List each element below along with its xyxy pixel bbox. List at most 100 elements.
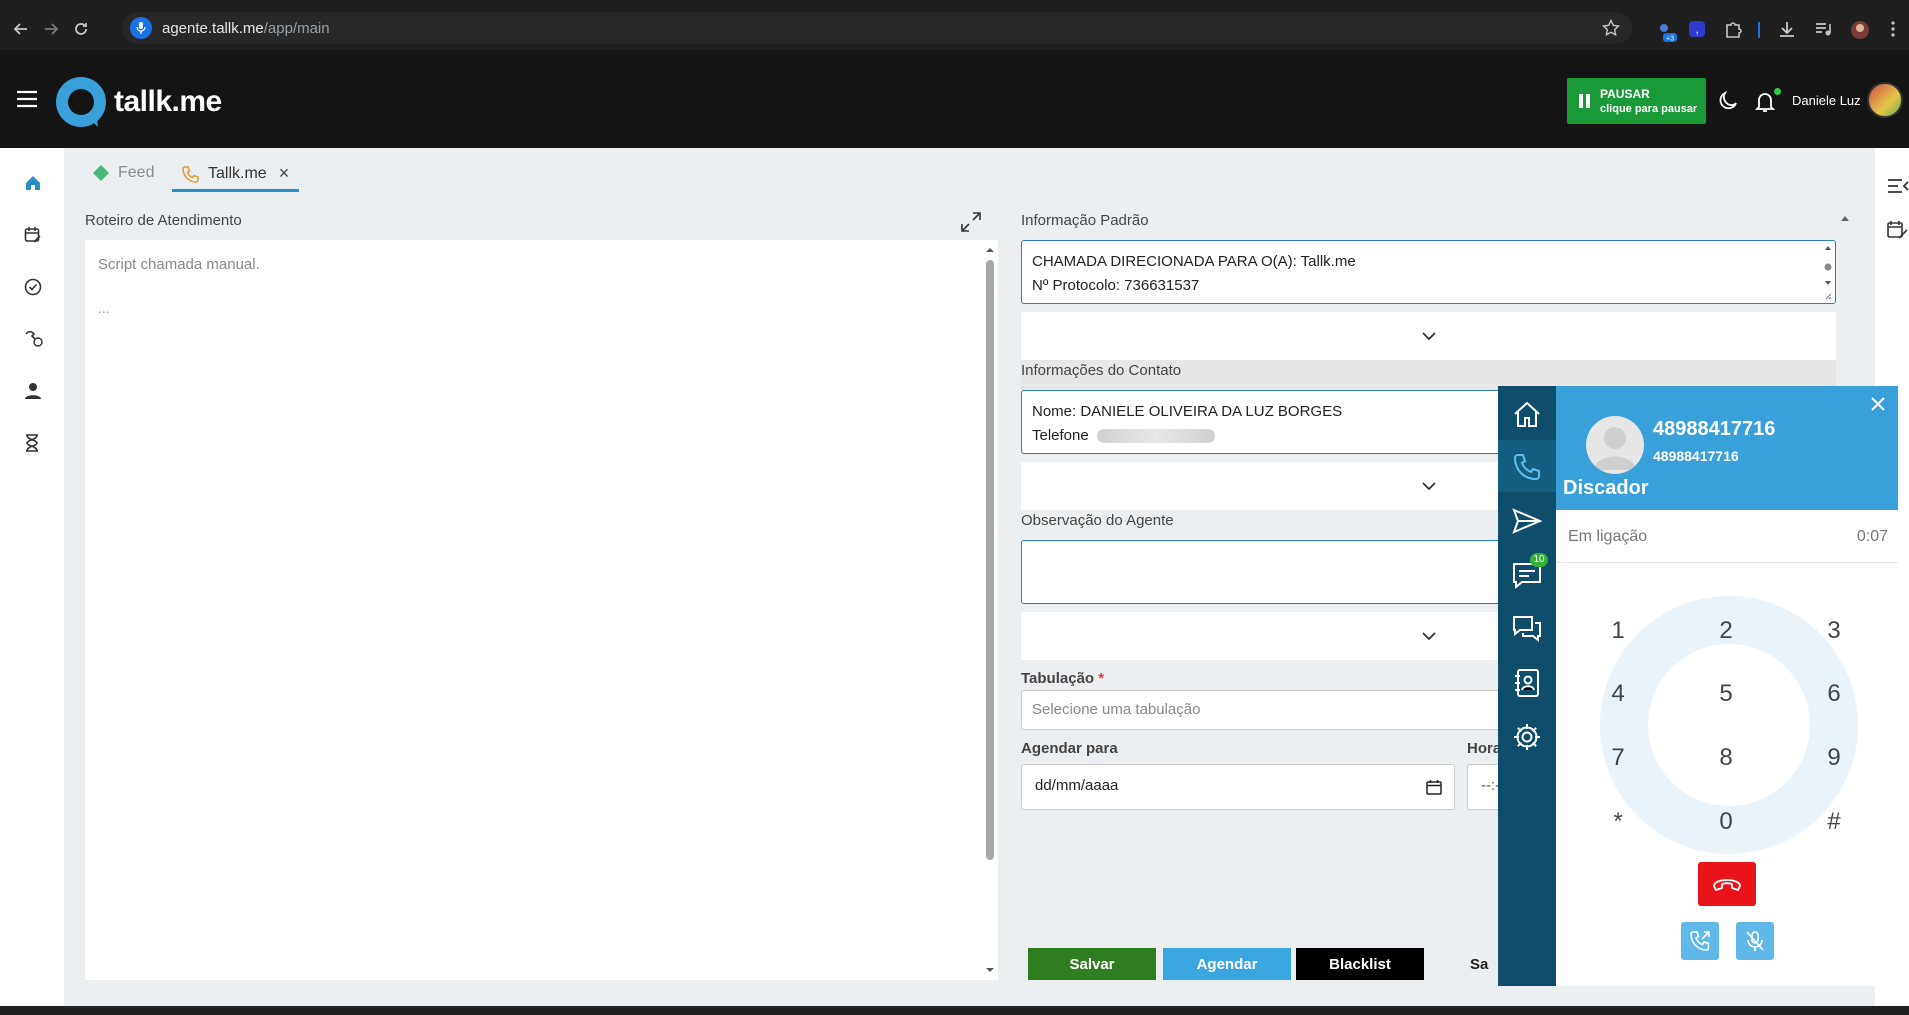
calendar-edit-icon[interactable] [24, 226, 42, 244]
conversations-icon[interactable] [1512, 614, 1542, 644]
svg-text:+3: +3 [1666, 36, 1674, 43]
chevron-down-icon [1421, 331, 1436, 340]
reload-icon[interactable] [68, 16, 94, 42]
dark-mode-icon[interactable] [1718, 91, 1738, 111]
notification-bell-icon[interactable] [1755, 91, 1775, 113]
mute-button[interactable] [1736, 922, 1774, 960]
dial-key-9[interactable]: 9 [1814, 743, 1854, 773]
home-icon[interactable] [24, 174, 42, 192]
profile-avatar-icon[interactable] [1850, 20, 1870, 40]
contact-section-label: Informações do Contato [1021, 362, 1182, 379]
puzzle-icon[interactable] [1724, 20, 1742, 38]
dial-key-hash[interactable]: # [1814, 807, 1854, 837]
toolbar-divider [1758, 22, 1760, 38]
info-section-label: Informação Padrão [1021, 212, 1149, 229]
phone-forward-icon [1690, 931, 1710, 951]
logo-icon [56, 77, 106, 127]
dial-key-8[interactable]: 8 [1706, 743, 1746, 773]
extension-icon-2[interactable]: , [1688, 20, 1706, 38]
form-scroll-up-icon[interactable] [1840, 214, 1850, 222]
script-section-label: Roteiro de Atendimento [85, 212, 242, 229]
dial-key-7[interactable]: 7 [1598, 743, 1638, 773]
call-history-icon[interactable] [24, 330, 44, 348]
pause-button[interactable]: PAUSAR clique para pausar [1567, 78, 1706, 124]
svg-text:,: , [1695, 24, 1698, 36]
site-info-icon[interactable] [130, 17, 152, 39]
expand-icon[interactable] [960, 211, 982, 233]
tab-tallk-label: Tallk.me [208, 164, 267, 182]
tabulation-label: Tabulação * [1021, 670, 1105, 687]
calendar-icon[interactable] [1426, 779, 1442, 795]
user-icon[interactable] [24, 382, 42, 400]
dialer-panel: 48988417716 48988417716 Discador Em liga… [1556, 386, 1898, 986]
settings-gear-icon[interactable] [1512, 722, 1542, 752]
script-ellipsis: ... [98, 300, 110, 316]
bookmark-star-icon[interactable] [1602, 19, 1620, 37]
blurred-phone-number [1096, 429, 1215, 444]
collapse-menu-icon[interactable] [1887, 178, 1909, 194]
dial-key-star[interactable]: * [1598, 807, 1638, 837]
script-panel[interactable]: Script chamada manual. ... [85, 240, 998, 980]
close-tab-icon[interactable]: × [279, 163, 290, 184]
info-line-2: Nº Protocolo: 736631537 [1032, 277, 1200, 294]
dial-key-2[interactable]: 2 [1706, 616, 1746, 646]
schedule-date-value: dd/mm/aaaa [1035, 777, 1119, 794]
messages-badge: 10 [1530, 553, 1548, 567]
url-text: agente.tallk.me/app/main [162, 19, 330, 37]
dial-key-5[interactable]: 5 [1706, 679, 1746, 709]
schedule-date-input[interactable]: dd/mm/aaaa [1021, 764, 1455, 810]
script-scroll-thumb[interactable] [986, 260, 994, 860]
hangup-button[interactable] [1698, 862, 1756, 906]
transfer-call-button[interactable] [1681, 922, 1719, 960]
send-icon[interactable] [1512, 506, 1542, 536]
home-icon[interactable] [1512, 400, 1542, 430]
pause-subtitle: clique para pausar [1600, 103, 1698, 115]
script-scrollbar[interactable] [983, 246, 997, 974]
user-avatar[interactable] [1867, 82, 1903, 118]
tab-tallk[interactable]: Tallk.me × [172, 158, 300, 192]
notification-dot [1774, 88, 1781, 95]
schedule-date-label: Agendar para [1021, 740, 1118, 757]
os-taskbar [0, 1006, 1909, 1015]
chevron-down-icon [1421, 481, 1436, 490]
tab-feed[interactable]: Feed [92, 164, 154, 182]
dial-key-1[interactable]: 1 [1598, 616, 1638, 646]
dial-key-3[interactable]: 3 [1814, 616, 1854, 646]
left-sidebar [0, 148, 64, 1015]
dial-key-4[interactable]: 4 [1598, 679, 1638, 709]
extension-icon[interactable]: +3 [1655, 20, 1677, 42]
browser-tab-strip [0, 0, 1909, 8]
dial-key-0[interactable]: 0 [1706, 807, 1746, 837]
tab-feed-label: Feed [118, 164, 155, 181]
schedule-button[interactable]: Agendar [1163, 948, 1291, 980]
phone-icon[interactable] [1512, 452, 1542, 482]
save-button[interactable]: Salvar [1028, 948, 1156, 980]
hamburger-menu-icon[interactable] [16, 90, 38, 108]
user-name[interactable]: Daniele Luz [1792, 93, 1861, 108]
download-icon[interactable] [1778, 20, 1796, 38]
info-box-scrollbar[interactable] [1824, 243, 1832, 301]
call-status: Em ligação [1568, 528, 1648, 545]
app-header: tallk.me PAUSAR clique para pausar Danie… [0, 50, 1909, 148]
address-bar[interactable]: agente.tallk.me/app/main [122, 12, 1632, 44]
logo-text: tallk.me [114, 85, 222, 118]
hourglass-icon[interactable] [24, 434, 40, 452]
browser-menu-icon[interactable] [1890, 20, 1896, 38]
pause-title: PAUSAR [1600, 87, 1650, 101]
close-icon[interactable] [1870, 396, 1886, 412]
forward-icon[interactable] [38, 16, 64, 42]
contact-phone-label: Telefone [1032, 427, 1089, 444]
back-icon[interactable] [8, 16, 34, 42]
calendar-edit-icon[interactable] [1887, 220, 1909, 240]
media-control-icon[interactable] [1814, 20, 1832, 38]
info-box[interactable]: CHAMADA DIRECIONADA PARA O(A): Tallk.me … [1021, 240, 1836, 304]
info-line-1: CHAMADA DIRECIONADA PARA O(A): Tallk.me [1032, 253, 1356, 270]
dial-key-6[interactable]: 6 [1814, 679, 1854, 709]
observation-section-label: Observação do Agente [1021, 512, 1174, 529]
check-circle-icon[interactable] [24, 278, 42, 296]
tabulation-select[interactable]: Selecione uma tabulação [1021, 690, 1521, 730]
feed-icon [93, 165, 109, 181]
info-expand-toggle[interactable] [1021, 312, 1836, 360]
blacklist-button[interactable]: Blacklist [1296, 948, 1424, 980]
contacts-book-icon[interactable] [1512, 668, 1542, 698]
